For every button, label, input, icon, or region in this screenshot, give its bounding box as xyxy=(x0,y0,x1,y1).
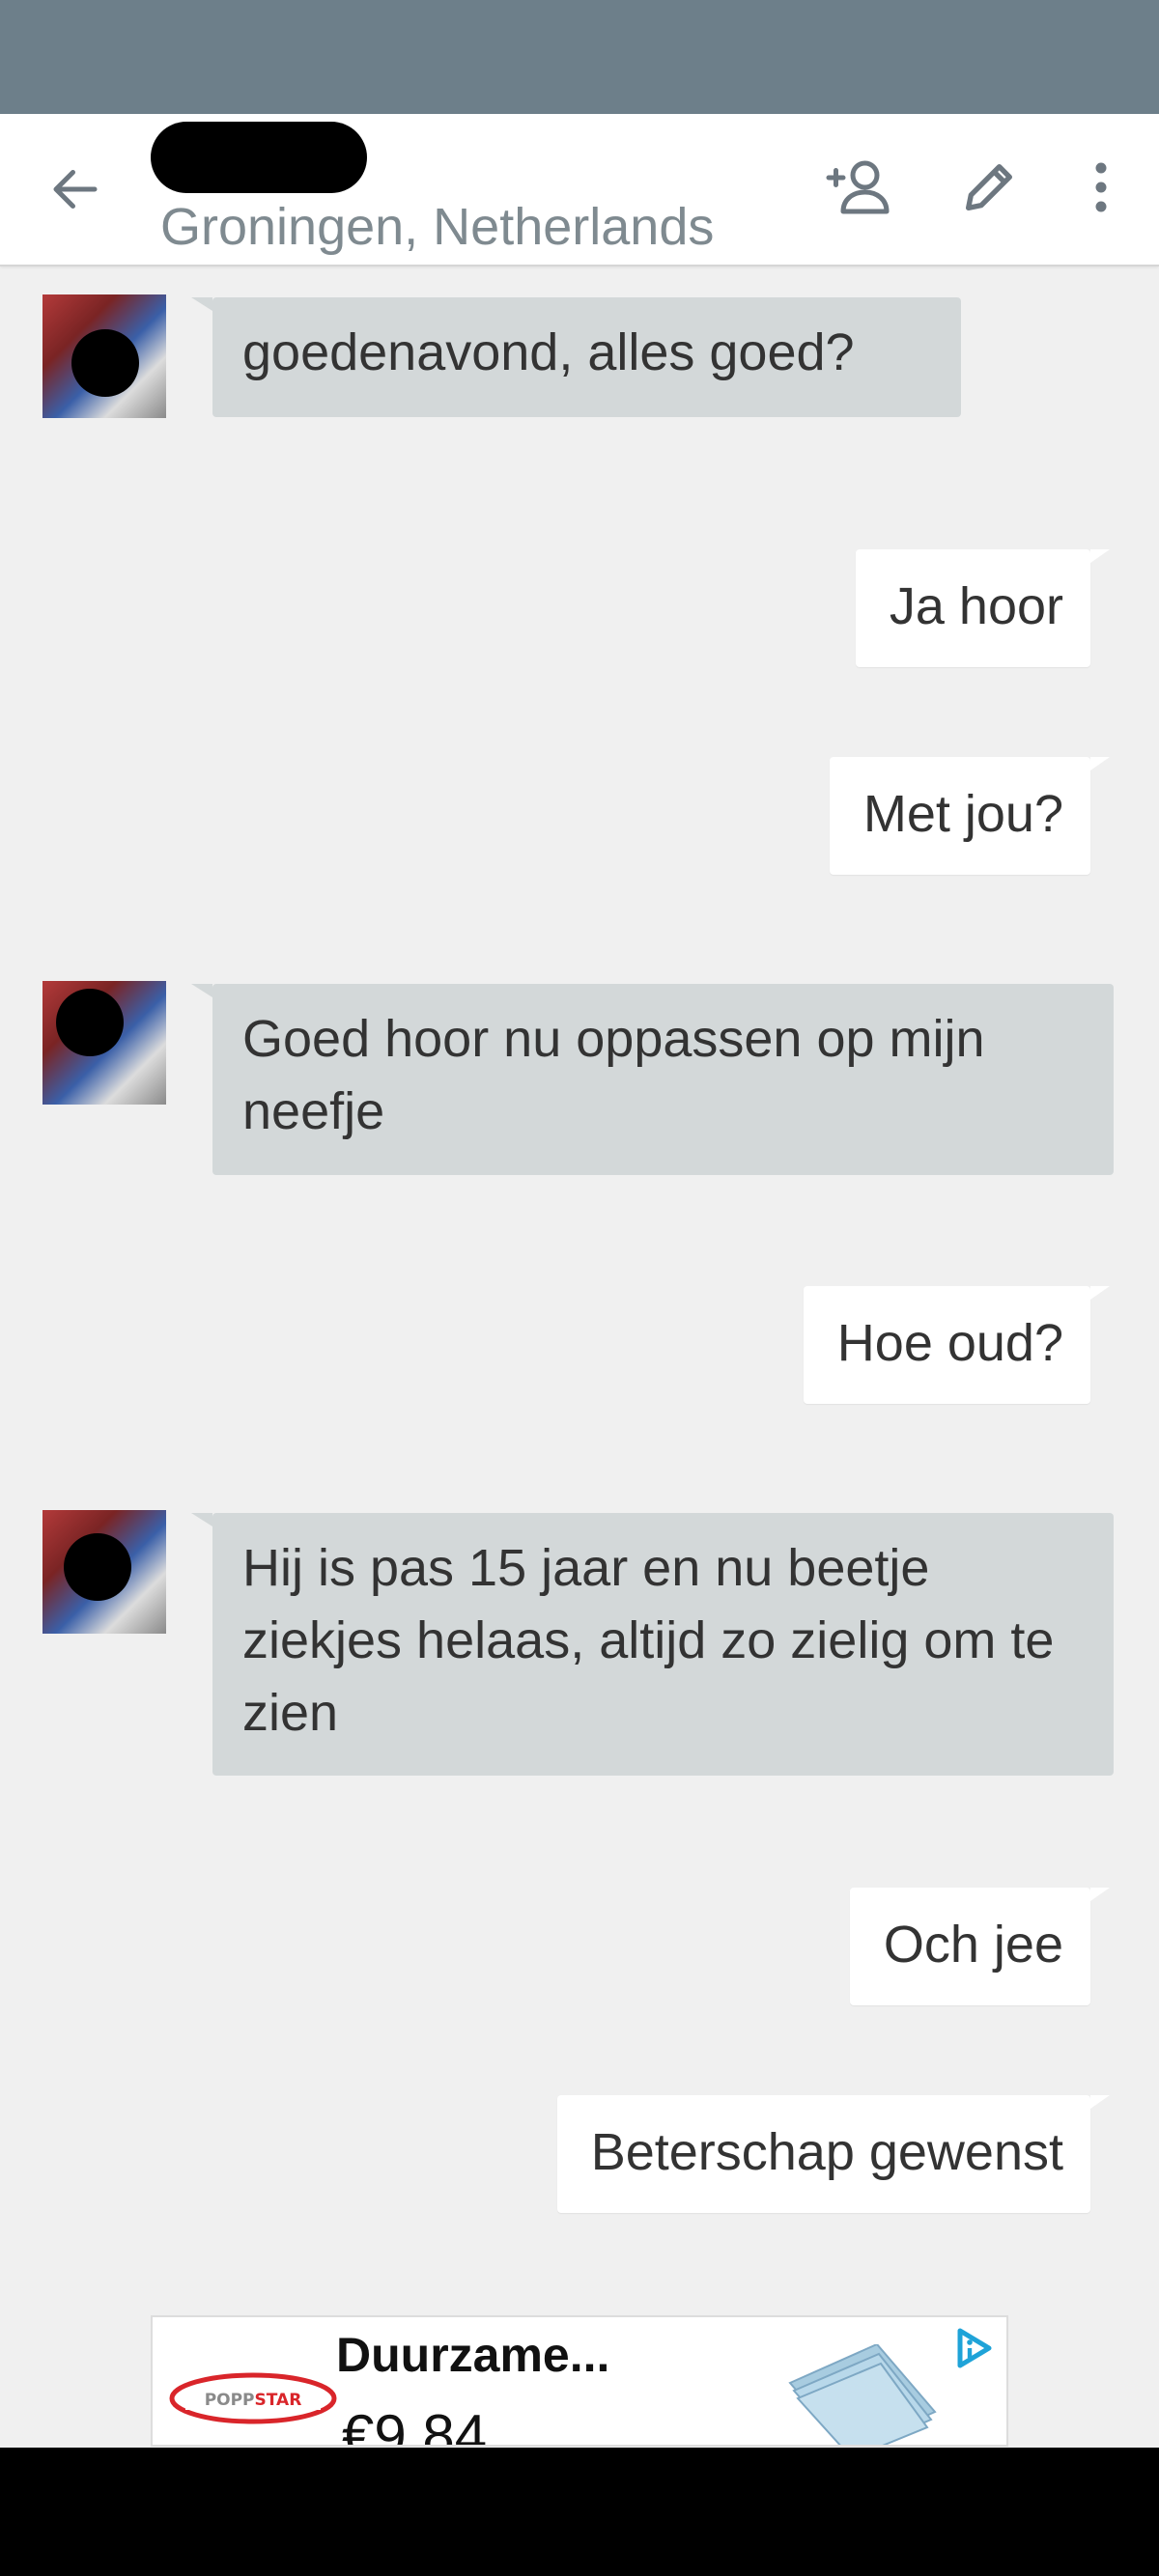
system-navigation-bar xyxy=(0,2448,1159,2576)
status-bar xyxy=(0,0,1159,114)
back-button[interactable] xyxy=(37,151,114,228)
chat-header: Groningen, Netherlands xyxy=(0,114,1159,266)
pencil-icon xyxy=(966,164,1012,210)
svg-text:POPPSTAR: POPPSTAR xyxy=(205,2391,302,2410)
message-outgoing: Ja hoor xyxy=(855,549,1111,667)
edit-button[interactable] xyxy=(950,149,1028,226)
ad-choices-icon[interactable] xyxy=(950,2325,997,2371)
arrow-left-icon xyxy=(53,170,98,209)
ad-title[interactable]: Duurzame... xyxy=(336,2327,609,2383)
poppstar-logo: POPPSTAR xyxy=(169,2372,337,2424)
contact-location[interactable]: Groningen, Netherlands xyxy=(160,197,714,257)
avatar-redaction xyxy=(71,329,139,397)
message-outgoing: Och jee xyxy=(849,1888,1111,2005)
message-outgoing: Hoe oud? xyxy=(803,1286,1111,1404)
avatar[interactable] xyxy=(42,1510,166,1634)
product-image xyxy=(788,2344,937,2445)
message-outgoing: Met jou? xyxy=(829,757,1111,875)
avatar[interactable] xyxy=(42,981,166,1105)
more-options-button[interactable] xyxy=(1062,149,1140,226)
ad-price[interactable]: €9,84 xyxy=(342,2402,487,2445)
avatar[interactable] xyxy=(42,294,166,418)
more-vertical-icon xyxy=(1095,162,1107,212)
avatar-redaction xyxy=(64,1533,131,1601)
avatar-redaction xyxy=(56,989,124,1056)
message-incoming: Hij is pas 15 jaar en nu beetje ziekjes … xyxy=(191,1513,1114,1776)
person-add-icon xyxy=(826,160,890,214)
add-contact-button[interactable] xyxy=(819,149,896,226)
message-incoming: goedenavond, alles goed? xyxy=(191,297,961,417)
contact-name-redacted[interactable] xyxy=(151,122,367,193)
message-outgoing: Beterschap gewenst xyxy=(556,2095,1111,2213)
ad-banner[interactable]: POPPSTAR Duurzame... €9,84 xyxy=(151,2315,1008,2447)
message-incoming: Goed hoor nu oppassen op mijn neefje xyxy=(191,984,1114,1175)
